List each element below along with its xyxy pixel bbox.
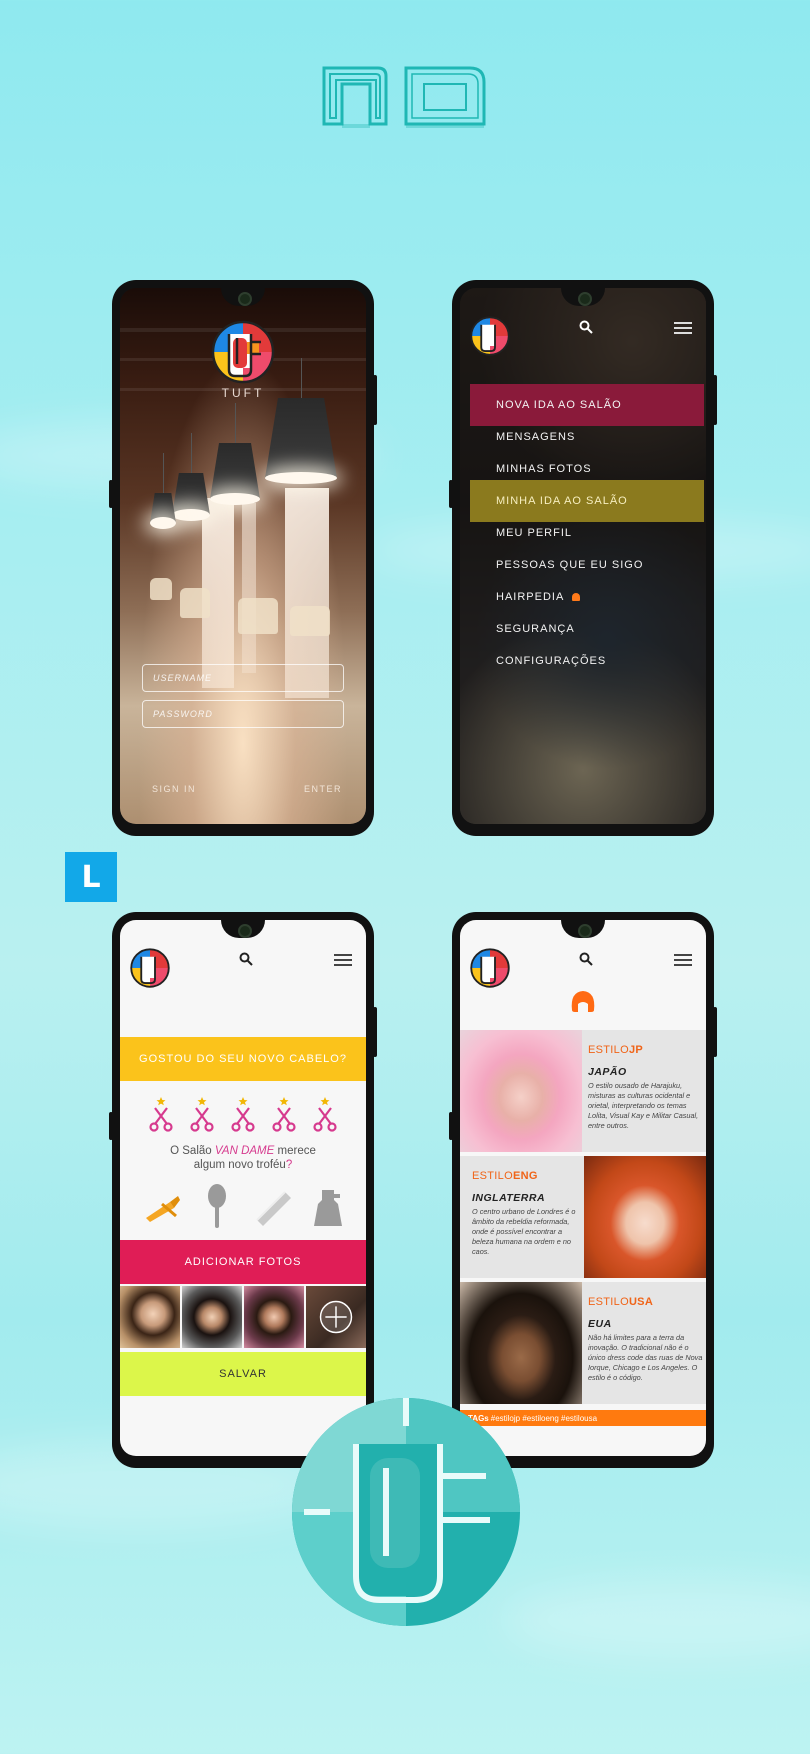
scissor-star-icon[interactable] (312, 1096, 338, 1132)
menu-item-label: NOVA IDA AO SALÃO (496, 399, 622, 411)
style-prefix: ESTILO (588, 1044, 629, 1056)
style-country: INGLATERRA (472, 1192, 546, 1204)
style-code: ENG (512, 1170, 538, 1182)
style-description: Não há limites para a terra da inovação.… (588, 1333, 703, 1382)
style-card-jp[interactable]: ESTILOJP JAPÃO O estilo ousado de Haraju… (460, 1030, 706, 1152)
scissor-star-icon[interactable] (148, 1096, 174, 1132)
scissor-star-icon[interactable] (189, 1096, 215, 1132)
photo-thumbnail[interactable] (120, 1286, 180, 1348)
style-country: EUA (588, 1318, 612, 1330)
hair-icon (572, 593, 581, 601)
enter-button[interactable]: ENTER (304, 784, 342, 794)
style-code: JP (628, 1044, 643, 1056)
question-mark: ? (285, 1159, 293, 1171)
menu-item-label: MINHA IDA AO SALÃO (496, 495, 628, 507)
trophy-question: O Salão VAN DAME merece algum novo trofé… (120, 1144, 366, 1172)
menu-screen: NOVA IDA AO SALÃO MENSAGENS MINHAS FOTOS… (460, 288, 706, 824)
menu-item-label: MEU PERFIL (496, 527, 573, 539)
question-line2: algum novo troféu (193, 1159, 286, 1171)
menu-item-label: PESSOAS QUE EU SIGO (496, 559, 644, 571)
tuft-watermark-logo (292, 1398, 520, 1626)
styles-screen: ESTILOJP JAPÃO O estilo ousado de Haraju… (460, 920, 706, 1456)
password-input[interactable] (142, 700, 344, 728)
photo-thumbnail[interactable] (182, 1286, 242, 1348)
menu-item-label: SEGURANÇA (496, 623, 575, 635)
search-icon[interactable] (239, 952, 253, 966)
hamburger-menu-icon[interactable] (334, 954, 352, 966)
hair-icon (571, 991, 595, 1012)
username-input[interactable] (142, 664, 344, 692)
menu-item-label: MENSAGENS (496, 431, 576, 443)
scissor-star-icon[interactable] (230, 1096, 256, 1132)
style-code: USA (628, 1296, 654, 1308)
style-photo (460, 1030, 582, 1152)
rating-screen: GOSTOU DO SEU NOVO CABELO? O Salão VAN D… (120, 920, 366, 1456)
menu-item-label: MINHAS FOTOS (496, 463, 592, 475)
style-card-usa[interactable]: ESTILOUSA EUA Não há limites para a terr… (460, 1282, 706, 1404)
spray-bottle-icon[interactable] (306, 1182, 350, 1230)
phone-styles: ESTILOJP JAPÃO O estilo ousado de Haraju… (449, 912, 717, 1468)
razor-icon[interactable] (140, 1182, 184, 1230)
hairbrush-icon[interactable] (195, 1182, 239, 1230)
question-suffix: merece (274, 1145, 316, 1157)
style-photo (460, 1282, 582, 1404)
tuft-logo (211, 320, 275, 384)
salon-name: VAN DAME (214, 1145, 275, 1157)
badge-l: L (65, 852, 117, 902)
photo-strip (120, 1286, 366, 1348)
style-description: O centro urbano de Londres é o âmbito da… (472, 1207, 576, 1256)
style-card-eng[interactable]: ESTILOENG INGLATERRA O centro urbano de … (460, 1156, 706, 1278)
style-country: JAPÃO (588, 1066, 627, 1078)
badge-letter: L (81, 859, 101, 895)
photo-thumbnail[interactable] (244, 1286, 304, 1348)
scissor-rating[interactable] (148, 1096, 338, 1132)
style-prefix: ESTILO (588, 1296, 629, 1308)
search-icon[interactable] (579, 320, 593, 334)
save-label: SALVAR (219, 1368, 267, 1380)
banner-text: GOSTOU DO SEU NOVO CABELO? (139, 1053, 347, 1065)
menu-item-label: CONFIGURAÇÕES (496, 655, 607, 667)
phone-login: TUFT SIGN IN ENTER (109, 280, 377, 836)
menu-item-configuracoes[interactable]: CONFIGURAÇÕES (470, 640, 704, 682)
app-name: TUFT (221, 386, 265, 400)
add-photos-label: ADICIONAR FOTOS (184, 1256, 302, 1268)
add-photos-button[interactable]: ADICIONAR FOTOS (120, 1240, 366, 1284)
phone-menu: NOVA IDA AO SALÃO MENSAGENS MINHAS FOTOS… (449, 280, 717, 836)
hamburger-menu-icon[interactable] (674, 322, 692, 334)
save-button[interactable]: SALVAR (120, 1352, 366, 1396)
scissor-star-icon[interactable] (271, 1096, 297, 1132)
style-title: ESTILOJP (588, 1044, 706, 1056)
login-screen: TUFT SIGN IN ENTER (120, 288, 366, 824)
style-title: ESTILOENG (472, 1170, 577, 1182)
feedback-banner: GOSTOU DO SEU NOVO CABELO? (120, 1037, 366, 1081)
comb-icon[interactable] (251, 1182, 295, 1230)
plus-circle-icon (319, 1300, 353, 1334)
question-prefix: O Salão (170, 1145, 215, 1157)
sign-in-link[interactable]: SIGN IN (152, 784, 196, 794)
phone-rating: GOSTOU DO SEU NOVO CABELO? O Salão VAN D… (109, 912, 377, 1468)
search-icon[interactable] (579, 952, 593, 966)
top-brand-logo (322, 66, 486, 128)
hamburger-menu-icon[interactable] (674, 954, 692, 966)
menu-item-label: HAIRPEDIA (496, 591, 565, 603)
style-description: O estilo ousado de Harajuku, misturas as… (588, 1081, 699, 1130)
style-title: ESTILOUSA (588, 1296, 706, 1308)
add-photo-tile[interactable] (306, 1286, 366, 1348)
style-photo (584, 1156, 706, 1278)
style-prefix: ESTILO (472, 1170, 513, 1182)
trophy-options (140, 1182, 350, 1230)
